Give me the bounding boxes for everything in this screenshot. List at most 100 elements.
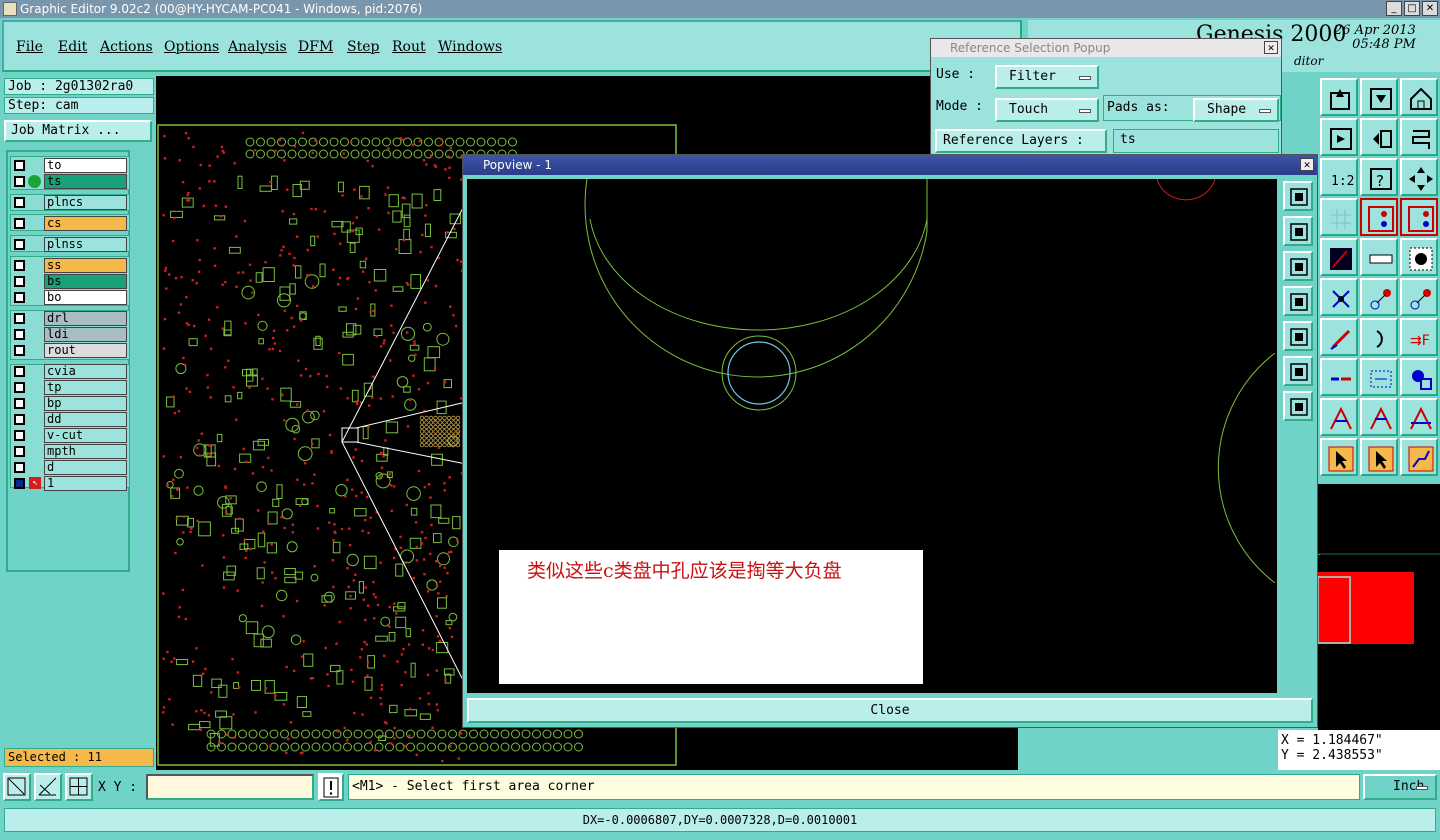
layer-name[interactable]: d	[44, 460, 127, 475]
layer-row[interactable]: dd	[10, 412, 128, 427]
layer-name[interactable]: tp	[44, 380, 127, 395]
layer-checkbox[interactable]	[14, 414, 25, 425]
zoom-home-button[interactable]	[1283, 181, 1313, 211]
layer-name[interactable]: bp	[44, 396, 127, 411]
layer-row[interactable]: plnss	[10, 237, 128, 252]
layer-name[interactable]: ldi	[44, 327, 127, 342]
view-right-button[interactable]	[1283, 321, 1313, 351]
snap-grid-button[interactable]	[65, 773, 93, 801]
menu-edit[interactable]: Edit	[58, 39, 87, 55]
alert-button[interactable]	[318, 773, 344, 801]
zoom-ratio-button[interactable]: 1:2	[1320, 158, 1358, 196]
minimize-button[interactable]: _	[1386, 1, 1402, 16]
layer-row[interactable]: to	[10, 158, 128, 173]
save-button[interactable]	[1360, 78, 1398, 116]
route-button[interactable]	[1400, 438, 1438, 476]
popview-close-button[interactable]: Close	[467, 698, 1313, 723]
move-feature-button[interactable]	[1360, 278, 1398, 316]
snap-pad-button[interactable]	[1400, 198, 1438, 236]
layer-row[interactable]: rout	[10, 343, 128, 358]
layer-checkbox[interactable]	[14, 398, 25, 409]
measure-button[interactable]	[34, 773, 62, 801]
layer-checkbox[interactable]	[14, 292, 25, 303]
delete-feature-button[interactable]	[1320, 278, 1358, 316]
pan-button[interactable]	[1400, 158, 1438, 196]
reference-layers-input[interactable]: ts	[1113, 129, 1279, 153]
popview-canvas[interactable]: 类似这些c类盘中孔应该是掏等大负盘	[467, 179, 1277, 693]
copy-feature-button[interactable]	[1400, 278, 1438, 316]
maximize-button[interactable]: □	[1404, 1, 1420, 16]
layer-checkbox[interactable]	[14, 345, 25, 356]
resize-button[interactable]	[1400, 358, 1438, 396]
menu-file[interactable]: File	[16, 39, 43, 55]
open-button[interactable]	[1320, 78, 1358, 116]
layer-checkbox[interactable]	[14, 462, 25, 473]
redraw-button[interactable]	[1400, 118, 1438, 156]
layer-checkbox[interactable]	[14, 276, 25, 287]
layer-checkbox[interactable]	[14, 176, 25, 187]
layer-name[interactable]: to	[44, 158, 127, 173]
layer-name[interactable]: dd	[44, 412, 127, 427]
layer-name[interactable]: rout	[44, 343, 127, 358]
line-button[interactable]	[1320, 318, 1358, 356]
layer-row[interactable]: cs	[10, 216, 128, 231]
select-button[interactable]	[1320, 438, 1358, 476]
layer-row[interactable]: tp	[10, 380, 128, 395]
pointer-button[interactable]	[1360, 438, 1398, 476]
layer-name[interactable]: plnss	[44, 237, 127, 252]
mode-dropdown[interactable]: Touch	[995, 98, 1099, 122]
layer-checkbox[interactable]	[14, 218, 25, 229]
arc-a-button[interactable]	[1320, 398, 1358, 436]
layer-checkbox[interactable]	[14, 197, 25, 208]
arc-c-button[interactable]	[1400, 398, 1438, 436]
layer-checkbox[interactable]	[14, 366, 25, 377]
menu-dfm[interactable]: DFM	[298, 39, 333, 55]
color-button[interactable]	[1320, 238, 1358, 276]
layer-name[interactable]: ts	[44, 174, 127, 189]
menu-step[interactable]: Step	[347, 39, 379, 55]
layer-name[interactable]: ss	[44, 258, 127, 273]
reference-layers-button[interactable]: Reference Layers :	[935, 129, 1107, 153]
menu-options[interactable]: Options	[164, 39, 219, 55]
layer-row[interactable]: ↖ 1	[10, 476, 128, 491]
pad-button[interactable]	[1400, 238, 1438, 276]
export-button[interactable]	[1320, 118, 1358, 156]
view-left-button[interactable]	[1283, 286, 1313, 316]
layer-name[interactable]: mpth	[44, 444, 127, 459]
span-button[interactable]	[1360, 358, 1398, 396]
arc-button[interactable]	[1360, 318, 1398, 356]
layer-row[interactable]: v-cut	[10, 428, 128, 443]
layer-name[interactable]: cvia	[44, 364, 127, 379]
ruler-button[interactable]	[1360, 238, 1398, 276]
layer-name[interactable]: drl	[44, 311, 127, 326]
layer-checkbox[interactable]	[14, 446, 25, 457]
layer-row[interactable]: plncs	[10, 195, 128, 210]
grid-button[interactable]	[1320, 198, 1358, 236]
minimap[interactable]	[1317, 484, 1440, 730]
layer-checkbox[interactable]	[14, 430, 25, 441]
layer-name[interactable]: cs	[44, 216, 127, 231]
popview-close-icon[interactable]: ✕	[1300, 158, 1314, 171]
pads-dropdown[interactable]: Shape	[1193, 98, 1279, 122]
unit-dropdown[interactable]: Inch	[1363, 774, 1437, 800]
flip-button[interactable]	[1360, 118, 1398, 156]
layer-checkbox[interactable]	[14, 239, 25, 250]
layer-checkbox[interactable]	[14, 329, 25, 340]
layer-name[interactable]: 1	[44, 476, 127, 491]
layer-name[interactable]: v-cut	[44, 428, 127, 443]
fit-button[interactable]	[1283, 356, 1313, 386]
menu-actions[interactable]: Actions	[100, 39, 153, 55]
layer-row[interactable]: ss	[10, 258, 128, 273]
layer-name[interactable]: plncs	[44, 195, 127, 210]
layer-row[interactable]: bo	[10, 290, 128, 305]
menu-rout[interactable]: Rout	[392, 39, 426, 55]
layer-name[interactable]: bo	[44, 290, 127, 305]
layer-checkbox[interactable]	[14, 313, 25, 324]
arc-b-button[interactable]	[1360, 398, 1398, 436]
layer-row[interactable]: ts	[10, 174, 128, 189]
layer-row[interactable]: drl	[10, 311, 128, 326]
use-dropdown[interactable]: Filter	[995, 65, 1099, 89]
flip-feature-button[interactable]: ⇉F	[1400, 318, 1438, 356]
layer-row[interactable]: mpth	[10, 444, 128, 459]
layer-checkbox[interactable]	[14, 382, 25, 393]
